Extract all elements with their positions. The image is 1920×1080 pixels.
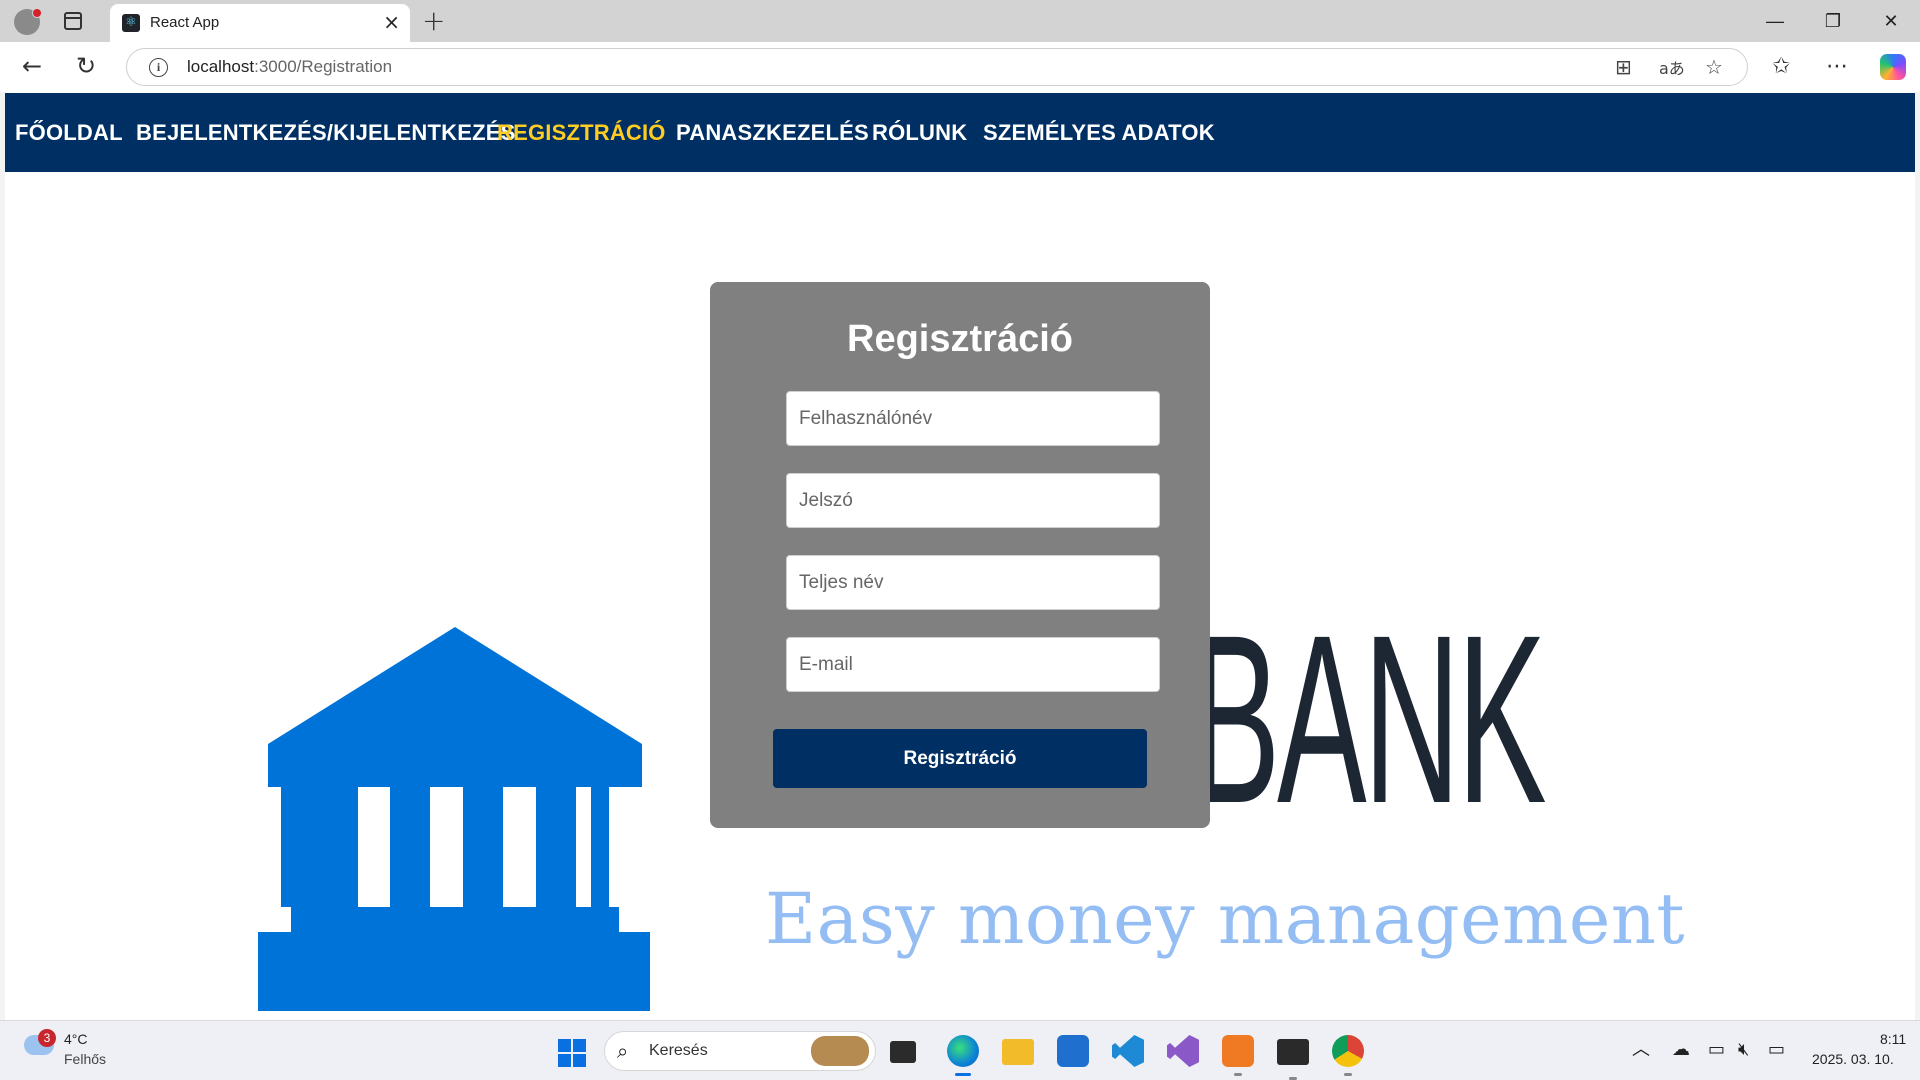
nav-home[interactable]: FŐOLDAL — [15, 120, 123, 146]
nav-registration[interactable]: REGISZTRÁCIÓ — [497, 120, 666, 146]
browser-tab[interactable]: ⚛ React App × — [110, 4, 410, 42]
reload-icon[interactable]: ↻ — [76, 51, 96, 81]
nav-about[interactable]: RÓLUNK — [872, 120, 967, 146]
tab-actions-icon[interactable] — [64, 12, 82, 30]
weather-description[interactable]: Felhős — [64, 1051, 106, 1067]
nav-login-logout[interactable]: BEJELENTKEZÉS/KIJELENTKEZÉS — [136, 120, 515, 146]
favorite-star-icon[interactable]: ☆ — [1705, 55, 1723, 79]
clock-date[interactable]: 2025. 03. 10. — [1812, 1051, 1894, 1067]
copilot-icon[interactable] — [1880, 54, 1906, 80]
bank-column — [390, 787, 430, 907]
app-available-icon[interactable]: ⊞ — [1615, 55, 1632, 79]
bank-column — [318, 787, 358, 907]
register-button[interactable]: Regisztráció — [773, 729, 1147, 788]
search-highlight-image — [811, 1036, 869, 1066]
weather-temperature[interactable]: 4°C — [64, 1031, 88, 1047]
back-icon[interactable]: ← — [22, 51, 42, 81]
new-tab-icon[interactable]: + — [422, 4, 445, 38]
taskbar: 3 4°C Felhős ⌕ Keresés ︿ ☁ ▭ 🔇︎ ▭ 8:11 2… — [0, 1020, 1920, 1080]
form-title: Regisztráció — [847, 318, 1073, 360]
bank-base — [258, 932, 650, 1011]
clock-time[interactable]: 8:11 — [1880, 1031, 1906, 1047]
bank-column — [536, 787, 576, 907]
weather-badge: 3 — [38, 1029, 56, 1047]
tab-title: React App — [150, 14, 220, 31]
volume-muted-icon[interactable]: 🔇︎ — [1738, 1039, 1749, 1061]
onedrive-icon[interactable]: ☁ — [1672, 1039, 1690, 1061]
bank-step — [291, 907, 619, 932]
windows-start-icon[interactable] — [558, 1039, 586, 1067]
registration-form: Regisztráció Regisztráció — [710, 282, 1210, 828]
url-field[interactable]: i localhost:3000/Registration ⊞ aあ ☆ — [126, 48, 1748, 86]
site-info-icon[interactable]: i — [149, 58, 168, 77]
more-options-icon[interactable]: ⋯ — [1826, 53, 1848, 81]
taskbar-search[interactable]: ⌕ Keresés — [604, 1031, 876, 1071]
show-hidden-icons-chevron-icon[interactable]: ︿ — [1632, 1039, 1650, 1061]
task-view-icon[interactable] — [890, 1041, 916, 1063]
close-window-icon[interactable]: ✕ — [1868, 6, 1914, 36]
username-field[interactable] — [786, 391, 1160, 446]
page-viewport: FŐOLDAL BEJELENTKEZÉS/KIJELENTKEZÉS REGI… — [5, 92, 1915, 1020]
bank-roof — [268, 627, 642, 744]
visual-studio-icon[interactable] — [1167, 1035, 1199, 1067]
edge-browser-icon[interactable] — [947, 1035, 979, 1076]
translate-icon[interactable]: aあ — [1659, 57, 1685, 81]
battery-icon[interactable]: ▭ — [1768, 1039, 1785, 1061]
url-path: :3000/Registration — [254, 57, 393, 76]
xampp-icon[interactable] — [1222, 1035, 1254, 1076]
top-navigation: FŐOLDAL BEJELENTKEZÉS/KIJELENTKEZÉS REGI… — [5, 93, 1915, 172]
email-field[interactable] — [786, 637, 1160, 692]
microsoft-store-icon[interactable] — [1057, 1035, 1089, 1067]
react-icon: ⚛ — [122, 14, 140, 32]
password-field[interactable] — [786, 473, 1160, 528]
bank-column — [463, 787, 503, 907]
chrome-icon[interactable] — [1332, 1035, 1364, 1076]
nav-complaints[interactable]: PANASZKEZELÉS — [676, 120, 869, 146]
address-bar: ← ↻ i localhost:3000/Registration ⊞ aあ ☆… — [0, 42, 1920, 92]
network-icon[interactable]: ▭ — [1708, 1039, 1725, 1061]
file-explorer-icon[interactable] — [1002, 1039, 1034, 1065]
url-host: localhost — [187, 57, 255, 76]
minimize-icon[interactable]: — — [1752, 6, 1798, 36]
search-placeholder: Keresés — [649, 1042, 708, 1059]
browser-tab-bar: ⚛ React App × + — ❐ ✕ — [0, 0, 1920, 42]
nav-personal-data[interactable]: SZEMÉLYES ADATOK — [983, 120, 1215, 146]
tagline: Easy money management — [765, 878, 1686, 960]
profile-icon[interactable] — [14, 8, 42, 35]
bank-column — [591, 787, 609, 907]
close-tab-icon[interactable]: × — [383, 10, 400, 34]
url-text[interactable]: localhost:3000/Registration — [187, 57, 392, 77]
favorites-icon[interactable]: ✩ — [1772, 53, 1790, 81]
restore-icon[interactable]: ❐ — [1810, 6, 1856, 36]
search-icon: ⌕ — [617, 1039, 629, 1063]
terminal-icon[interactable] — [1277, 1039, 1309, 1080]
vscode-icon[interactable] — [1112, 1035, 1144, 1067]
fullname-field[interactable] — [786, 555, 1160, 610]
bank-column — [281, 787, 319, 907]
bank-band — [268, 744, 642, 787]
